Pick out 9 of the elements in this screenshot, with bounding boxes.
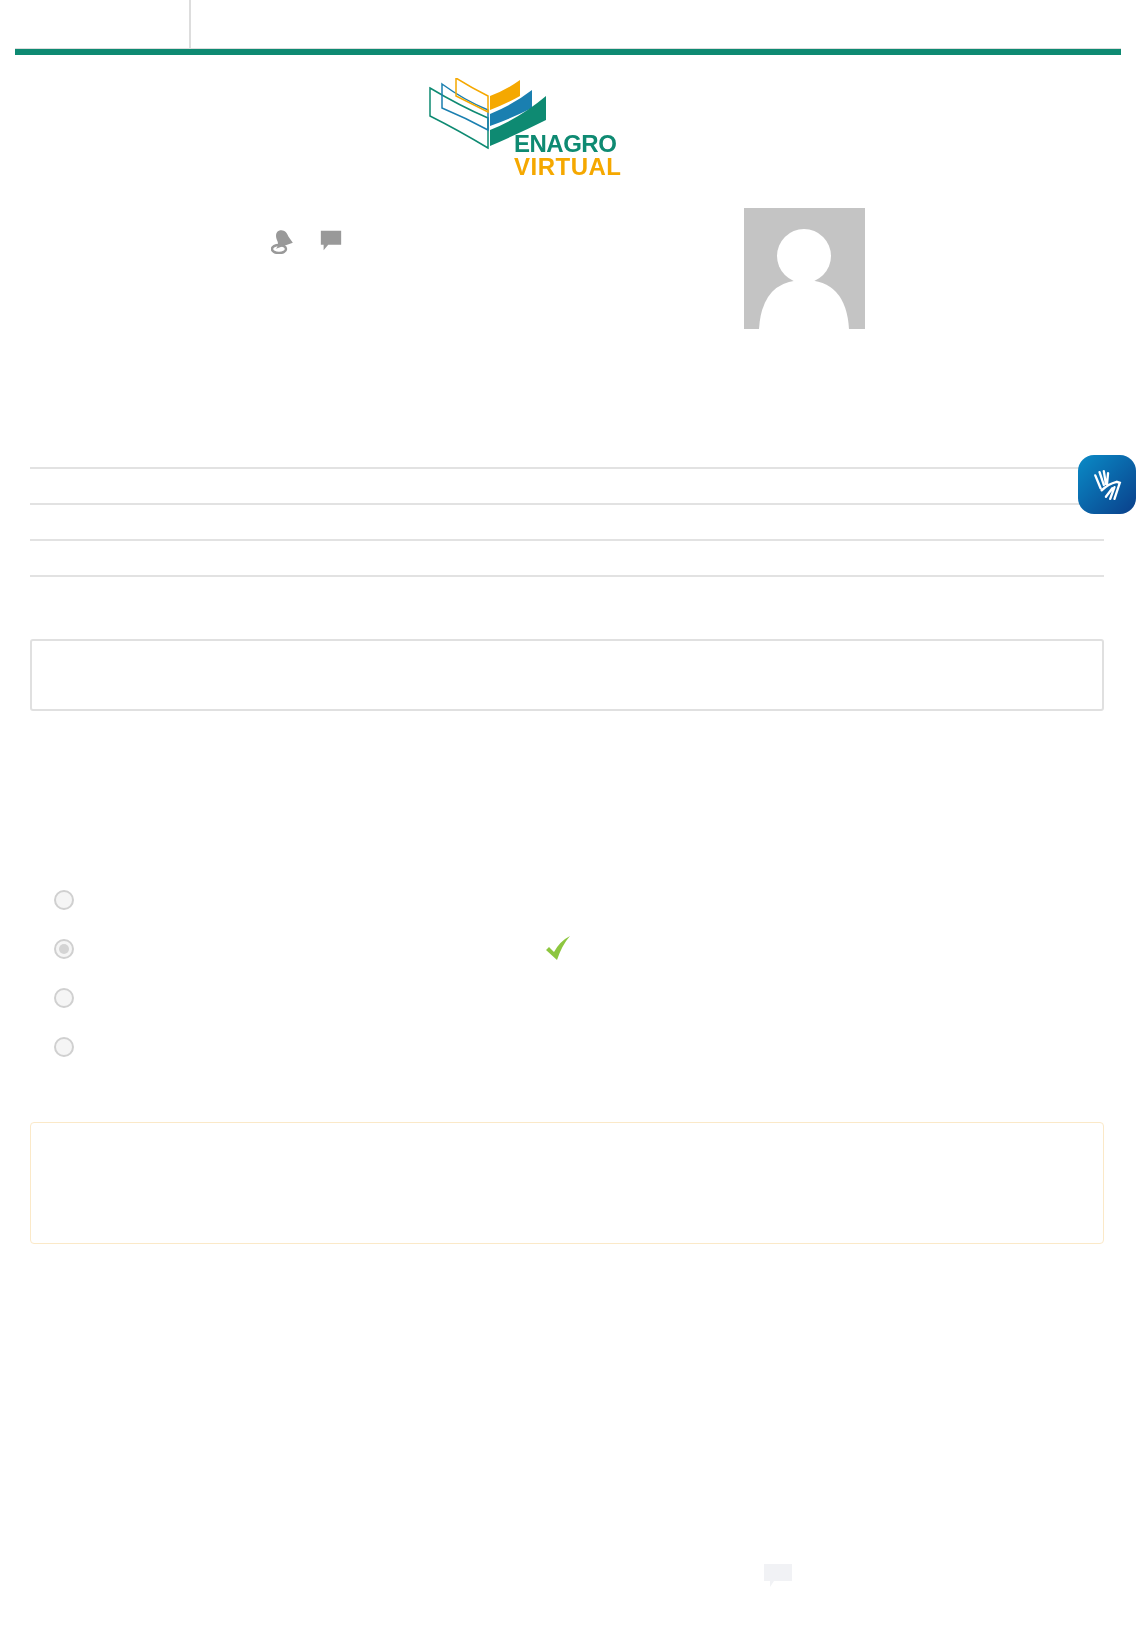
bell-icon[interactable] [271, 228, 295, 254]
radio-button[interactable] [54, 939, 74, 959]
logo-title: ENAGRO [514, 132, 618, 155]
logo-subtitle: VIRTUAL [514, 155, 622, 178]
radio-button[interactable] [54, 890, 74, 910]
sign-language-button[interactable] [1078, 455, 1136, 514]
radio-button[interactable] [54, 988, 74, 1008]
radio-button[interactable] [54, 1037, 74, 1057]
hands-icon [1091, 468, 1123, 501]
